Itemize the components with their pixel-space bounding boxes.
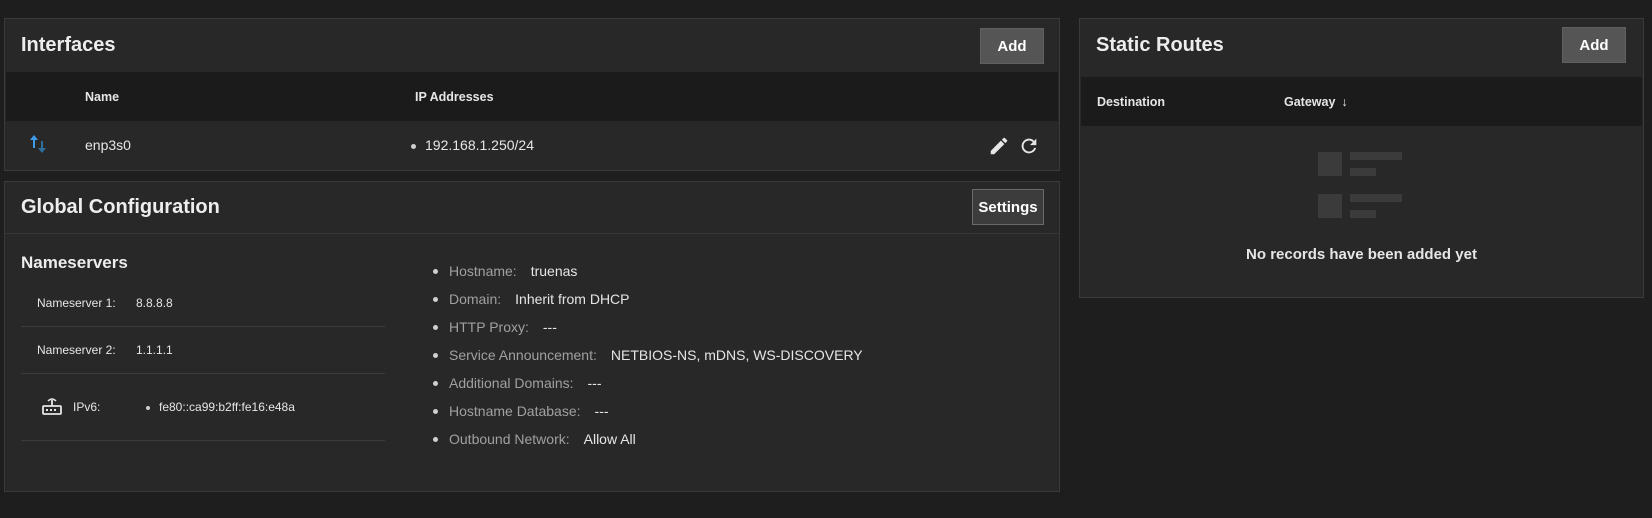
interface-ip: 192.168.1.250/24 bbox=[411, 137, 534, 153]
list-item: Hostname: truenas bbox=[433, 257, 863, 285]
list-item: HTTP Proxy: --- bbox=[433, 313, 863, 341]
ipv6-value: fe80::ca99:b2ff:fe16:e48a bbox=[146, 400, 295, 414]
column-gateway-label: Gateway bbox=[1284, 94, 1336, 109]
divider bbox=[5, 233, 1059, 234]
list-item: Outbound Network: Allow All bbox=[433, 425, 863, 453]
sort-arrow-down-icon[interactable]: ↓ bbox=[1341, 95, 1347, 109]
list-item: Hostname Database: --- bbox=[433, 397, 863, 425]
list-item: Service Announcement: NETBIOS-NS, mDNS, W… bbox=[433, 341, 863, 369]
static-routes-table-header: Destination Gateway ↓ bbox=[1081, 77, 1642, 126]
bullet bbox=[433, 324, 438, 330]
interface-ip-value: 192.168.1.250/24 bbox=[425, 137, 534, 153]
global-configuration-title: Global Configuration bbox=[21, 196, 220, 218]
ipv6-row: IPv6: fe80::ca99:b2ff:fe16:e48a bbox=[21, 374, 385, 441]
global-configuration-card: Global Configuration Settings Nameserver… bbox=[4, 181, 1060, 492]
interfaces-title: Interfaces bbox=[21, 34, 116, 56]
ipv6-label: IPv6: bbox=[73, 400, 101, 414]
empty-list-icon bbox=[1318, 152, 1402, 218]
column-destination[interactable]: Destination bbox=[1097, 77, 1165, 126]
settings-button[interactable]: Settings bbox=[972, 189, 1044, 225]
table-row[interactable]: enp3s0 192.168.1.250/24 bbox=[6, 122, 1058, 170]
bullet bbox=[433, 380, 438, 386]
nameserver-2-value: 1.1.1.1 bbox=[136, 343, 173, 357]
bullet bbox=[433, 352, 438, 358]
empty-state-message: No records have been added yet bbox=[1246, 246, 1477, 263]
add-interface-button[interactable]: Add bbox=[980, 28, 1044, 64]
interfaces-card: Interfaces Add Name IP Addresses enp3s0 … bbox=[4, 18, 1060, 171]
nameserver-row-2: Nameserver 2: 1.1.1.1 bbox=[21, 327, 385, 374]
nameservers-heading: Nameservers bbox=[21, 253, 128, 272]
refresh-icon[interactable] bbox=[1018, 135, 1040, 157]
bullet bbox=[433, 408, 438, 414]
nameserver-1-value: 8.8.8.8 bbox=[136, 296, 173, 310]
add-static-route-button[interactable]: Add bbox=[1562, 27, 1626, 63]
bullet bbox=[411, 143, 416, 149]
nameserver-row-1: Nameserver 1: 8.8.8.8 bbox=[21, 280, 385, 327]
bullet bbox=[433, 268, 438, 274]
interfaces-table-header: Name IP Addresses bbox=[6, 72, 1058, 121]
list-item: Domain: Inherit from DHCP bbox=[433, 285, 863, 313]
router-icon bbox=[42, 398, 62, 415]
interface-name: enp3s0 bbox=[85, 137, 131, 153]
column-gateway[interactable]: Gateway ↓ bbox=[1284, 77, 1348, 126]
edit-pencil-icon[interactable] bbox=[988, 135, 1010, 157]
static-routes-card: Static Routes Add Destination Gateway ↓ … bbox=[1079, 18, 1644, 298]
column-ip-addresses[interactable]: IP Addresses bbox=[415, 72, 494, 121]
global-info-list: Hostname: truenas Domain: Inherit from DHC… bbox=[433, 257, 863, 453]
bullet bbox=[433, 436, 438, 442]
bullet bbox=[433, 296, 438, 302]
ipv6-address: fe80::ca99:b2ff:fe16:e48a bbox=[159, 400, 295, 414]
network-up-down-icon bbox=[30, 135, 46, 153]
static-routes-title: Static Routes bbox=[1096, 34, 1224, 56]
nameserver-1-label: Nameserver 1: bbox=[37, 296, 116, 310]
nameserver-2-label: Nameserver 2: bbox=[37, 343, 116, 357]
column-name[interactable]: Name bbox=[85, 72, 119, 121]
bullet bbox=[146, 405, 150, 410]
list-item: Additional Domains: --- bbox=[433, 369, 863, 397]
